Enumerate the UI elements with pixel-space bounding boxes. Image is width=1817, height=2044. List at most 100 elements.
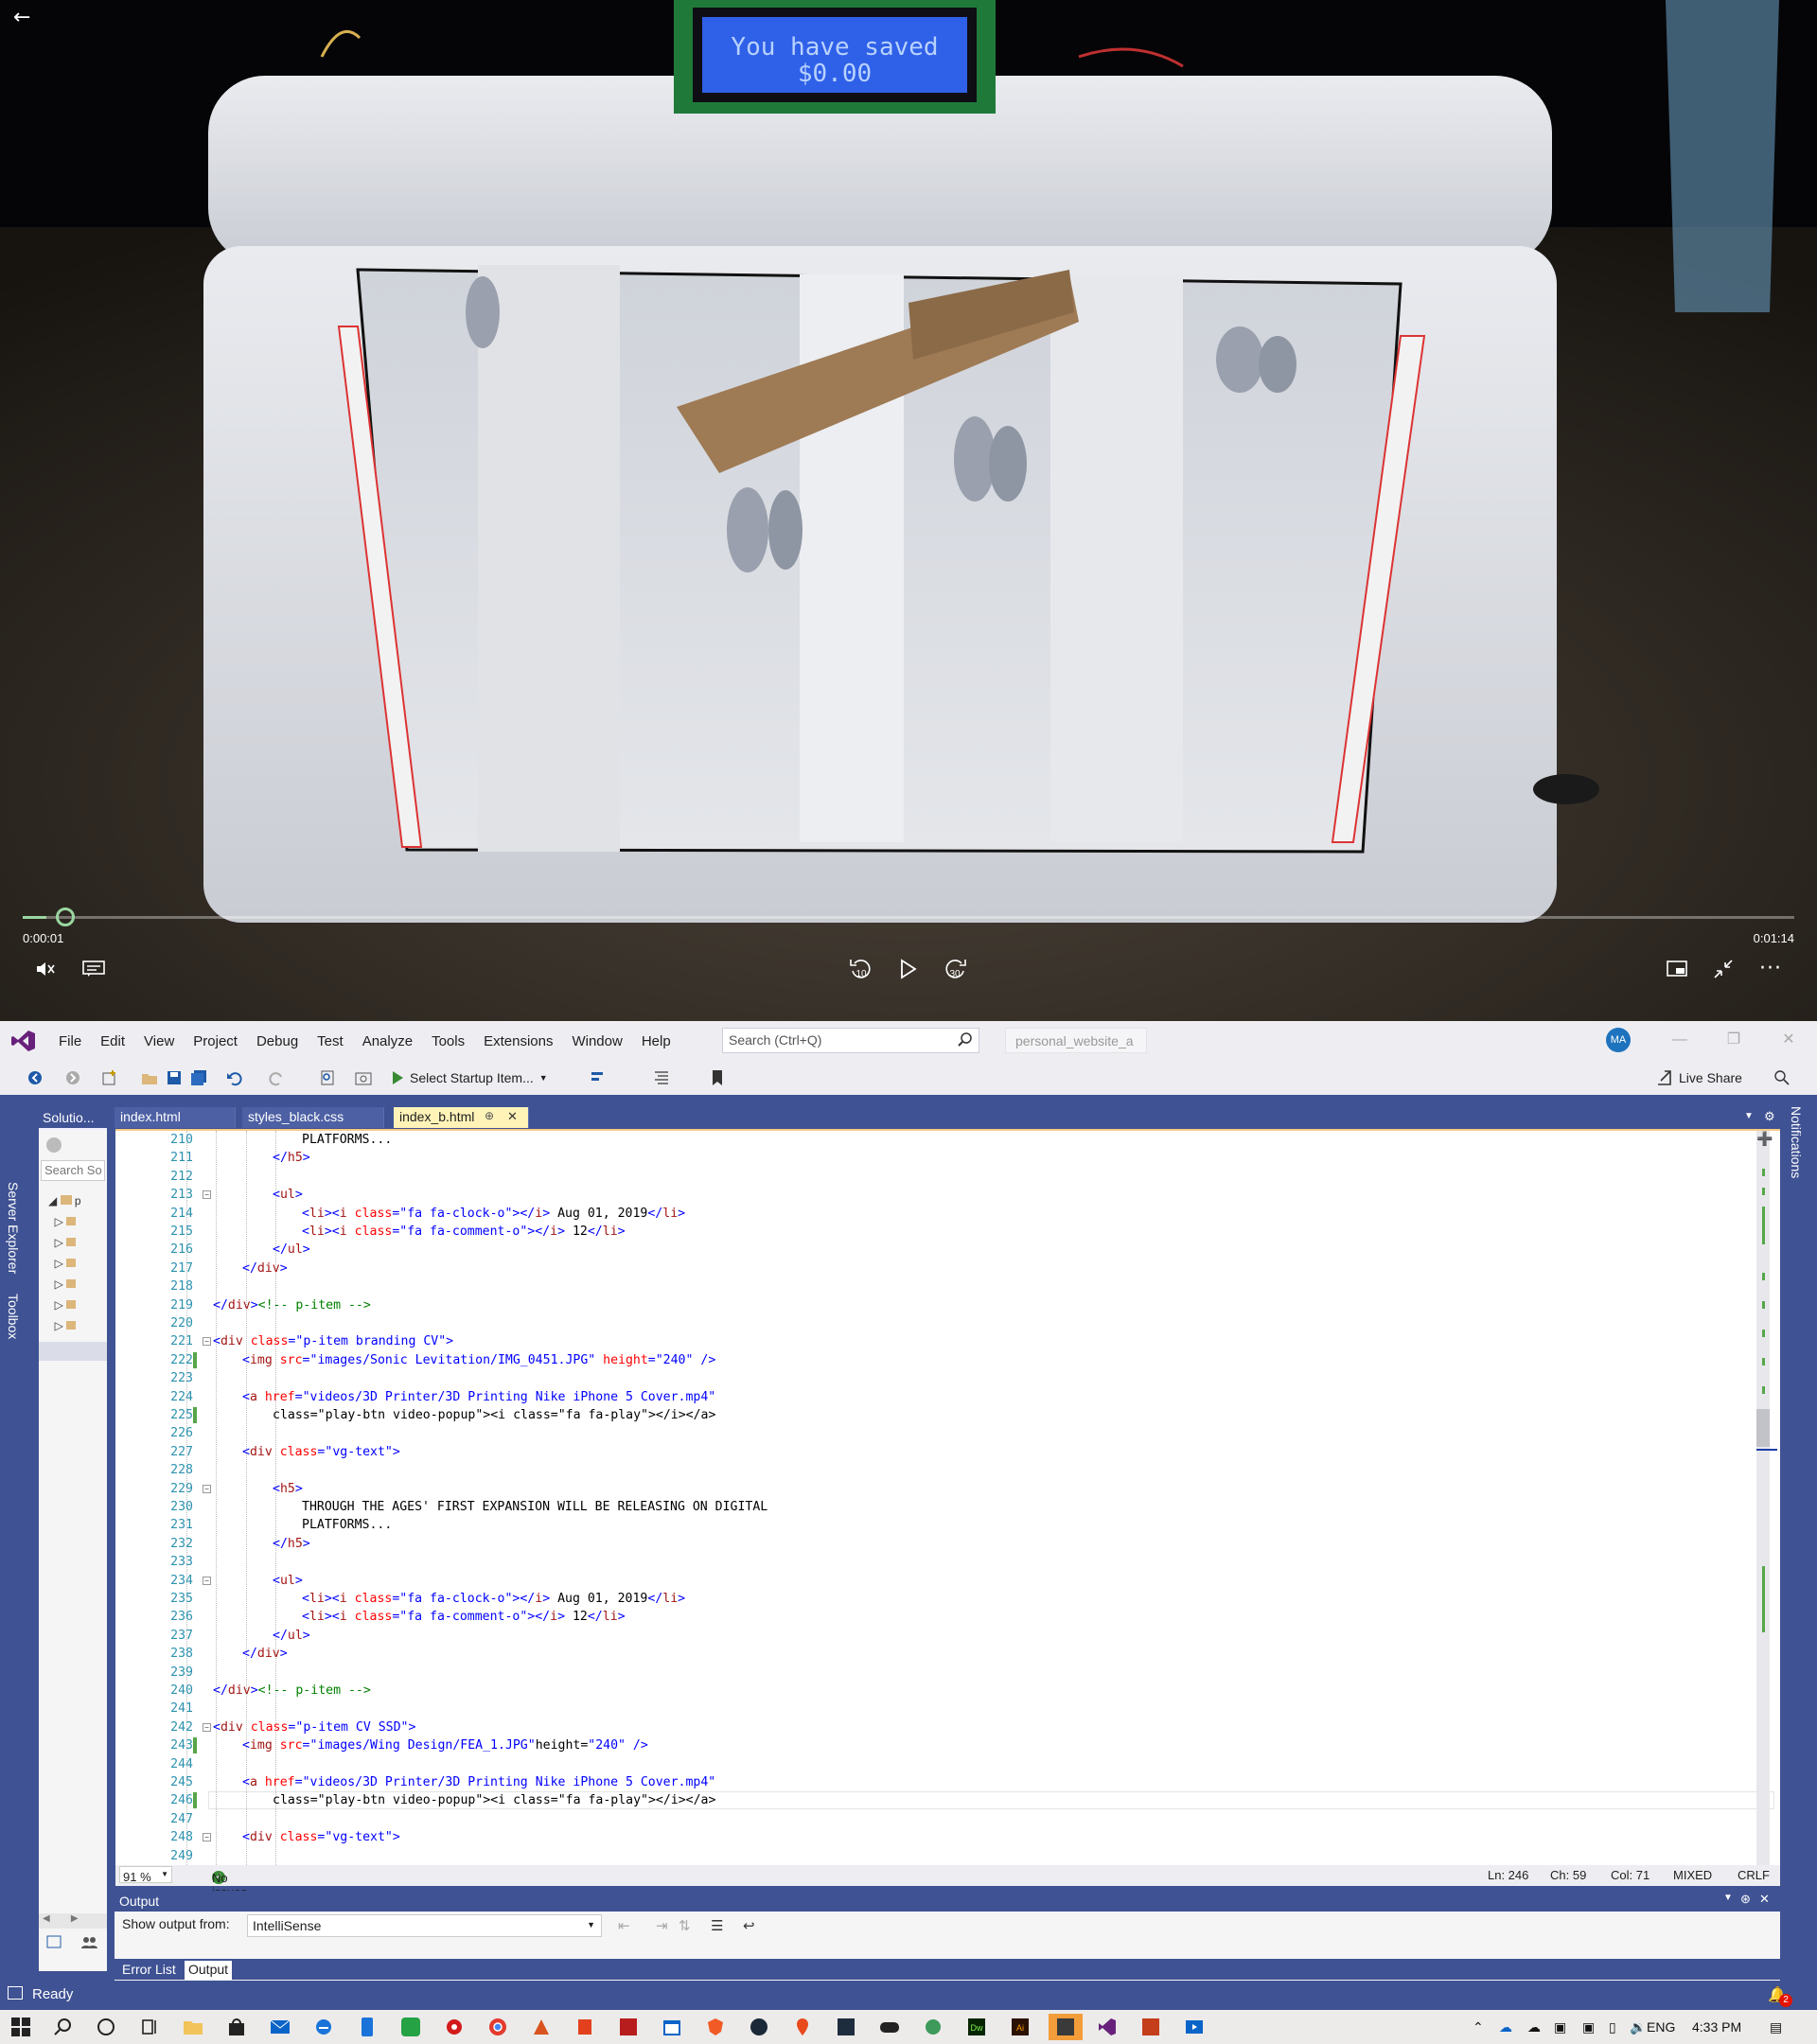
phone-icon[interactable] [354, 2014, 380, 2040]
tool-tab-toolbox[interactable]: Toolbox [6, 1294, 21, 1339]
close-button[interactable]: ✕ [1772, 1028, 1806, 1052]
menu-item-view[interactable]: View [134, 1033, 184, 1049]
code-line[interactable]: PLATFORMS... [302, 1516, 392, 1534]
skip-forward-icon[interactable]: 30 [937, 952, 975, 986]
whatsapp-icon[interactable] [397, 2014, 424, 2040]
attach-icon[interactable] [587, 1066, 608, 1089]
tool-tab-notifications[interactable]: Notifications [1789, 1106, 1804, 1178]
code-line[interactable]: </h5> [273, 1535, 310, 1553]
restore-button[interactable]: ❐ [1717, 1028, 1751, 1052]
menu-item-debug[interactable]: Debug [247, 1033, 308, 1049]
fold-toggle-icon[interactable]: − [203, 1576, 211, 1585]
recorder-icon[interactable] [441, 2014, 467, 2040]
network-icon[interactable]: ▣ [1582, 2019, 1595, 2035]
code-editor[interactable]: 210 PLATFORMS... 211 </h5> 212 213− <ul> 214 <li… [115, 1129, 1780, 1865]
menu-item-file[interactable]: File [49, 1033, 91, 1049]
code-line[interactable]: <a href="videos/3D Printer/3D Printing N… [242, 1773, 715, 1791]
code-line[interactable]: <li><i class="fa fa-comment-o"></i> 12</… [302, 1223, 626, 1241]
mini-view-icon[interactable] [1658, 952, 1696, 986]
goto-next-icon[interactable]: ⇥ [656, 1917, 671, 1934]
close-tab-icon[interactable]: ✕ [507, 1109, 518, 1124]
document-tab[interactable]: styles_black.css [242, 1107, 384, 1128]
output-source-select[interactable]: IntelliSense ▼ [247, 1914, 602, 1937]
code-line[interactable]: </div> [242, 1645, 288, 1663]
save-icon[interactable] [164, 1066, 185, 1089]
redo-icon[interactable] [267, 1066, 288, 1089]
goto-previous-icon[interactable]: ⇤ [618, 1917, 633, 1934]
feedback-icon[interactable] [1772, 1066, 1792, 1089]
menu-item-tools[interactable]: Tools [422, 1033, 474, 1049]
steam-icon[interactable] [746, 2014, 772, 2040]
app-dark-icon[interactable] [833, 2014, 859, 2040]
split-icon[interactable]: ➕ [1756, 1131, 1773, 1150]
action-center-icon[interactable]: ▤ [1770, 2019, 1782, 2035]
tree-node[interactable]: ▷ [48, 1257, 77, 1274]
zoom-select[interactable]: 91 % ▼ [119, 1866, 172, 1884]
team-explorer-icon[interactable] [80, 1935, 97, 1950]
code-line[interactable]: </h5> [273, 1149, 310, 1167]
code-line[interactable]: <a href="videos/3D Printer/3D Printing N… [242, 1388, 715, 1406]
code-line[interactable]: </div><!-- p-item --> [213, 1296, 371, 1314]
start-button[interactable]: Select Startup Item... ▼ [391, 1066, 548, 1089]
live-share-button[interactable]: Live Share [1656, 1066, 1742, 1089]
app-red-icon[interactable] [615, 2014, 642, 2040]
tool-tab-server-explorer[interactable]: Server Explorer [6, 1182, 21, 1274]
illustrator-icon[interactable]: Ai [1007, 2014, 1033, 2040]
code-line[interactable]: THROUGH THE AGES' FIRST EXPANSION WILL B… [302, 1498, 767, 1516]
powerpoint-icon[interactable] [1138, 2014, 1164, 2040]
input-language[interactable]: ENG [1647, 2019, 1675, 2035]
menu-item-extensions[interactable]: Extensions [474, 1033, 562, 1049]
brave-icon[interactable] [702, 2014, 729, 2040]
task-view-icon[interactable] [136, 2014, 163, 2040]
document-tab[interactable]: index.html [115, 1107, 236, 1128]
menu-item-analyze[interactable]: Analyze [353, 1033, 422, 1049]
screenshot-icon[interactable] [353, 1066, 374, 1089]
tab-error-list[interactable]: Error List [118, 1961, 180, 1980]
output-close-icon[interactable]: ✕ [1759, 1892, 1770, 1907]
code-line[interactable]: </ul> [273, 1627, 310, 1645]
output-chevron-icon[interactable]: ▼ [1723, 1893, 1733, 1903]
tab-mode[interactable]: MIXED [1673, 1868, 1712, 1882]
tree-node[interactable]: ▷ [48, 1278, 77, 1295]
code-line[interactable]: <img src="images/Sonic Levitation/IMG_04… [242, 1351, 715, 1369]
menu-item-help[interactable]: Help [632, 1033, 680, 1049]
cortana-icon[interactable] [93, 2014, 119, 2040]
code-line[interactable]: <li><i class="fa fa-clock-o"></i> Aug 01… [302, 1205, 685, 1223]
fold-toggle-icon[interactable]: − [203, 1484, 211, 1493]
tab-output[interactable]: Output [185, 1961, 233, 1980]
windows-start-icon[interactable] [8, 2014, 34, 2040]
battery-icon[interactable]: ▯ [1609, 2019, 1616, 2035]
edge-icon[interactable] [310, 2014, 337, 2040]
fold-toggle-icon[interactable]: − [203, 1722, 211, 1732]
dreamweaver-icon[interactable]: Dw [963, 2014, 990, 2040]
more-options-icon[interactable]: ··· [1752, 952, 1790, 986]
clock[interactable]: 4:33 PM [1692, 2019, 1741, 2035]
code-line[interactable]: <li><i class="fa fa-comment-o"></i> 12</… [302, 1608, 626, 1626]
tree-root[interactable]: ◢ p [48, 1194, 81, 1211]
forward-nav-icon[interactable] [62, 1066, 83, 1089]
code-line[interactable]: <h5> [273, 1480, 303, 1498]
code-line[interactable]: <div class="p-item CV SSD"> [213, 1718, 415, 1736]
tray-chevron-up-icon[interactable]: ⌃ [1473, 2019, 1484, 2035]
captions-icon[interactable] [75, 952, 113, 986]
seek-track[interactable] [23, 916, 1794, 919]
tab-list-chevron-icon[interactable]: ▼ [1744, 1111, 1754, 1121]
mute-icon[interactable] [26, 952, 64, 986]
tab-settings-gear-icon[interactable]: ⚙ [1764, 1109, 1775, 1124]
tree-node[interactable]: ▷ [48, 1236, 77, 1253]
code-line[interactable]: PLATFORMS... [302, 1131, 392, 1149]
gamepad-icon[interactable] [876, 2014, 903, 2040]
open-file-icon[interactable] [139, 1066, 160, 1089]
pin-icon[interactable]: ⊛ [1740, 1892, 1751, 1907]
onedrive-icon[interactable]: ☁ [1499, 2019, 1512, 2035]
cloud-icon[interactable]: ☁ [1527, 2019, 1541, 2035]
new-project-icon[interactable] [99, 1066, 120, 1089]
code-line[interactable]: <ul> [273, 1186, 303, 1204]
avatar[interactable]: MA [1606, 1028, 1631, 1052]
movies-tv-icon[interactable] [1181, 2014, 1208, 2040]
store-icon[interactable] [223, 2014, 250, 2040]
search-input[interactable]: Search (Ctrl+Q) [722, 1028, 979, 1053]
visual-studio-taskbar-icon[interactable] [1094, 2014, 1120, 2040]
fold-toggle-icon[interactable]: − [203, 1190, 211, 1200]
line-number[interactable]: Ln: 246 [1488, 1868, 1528, 1882]
